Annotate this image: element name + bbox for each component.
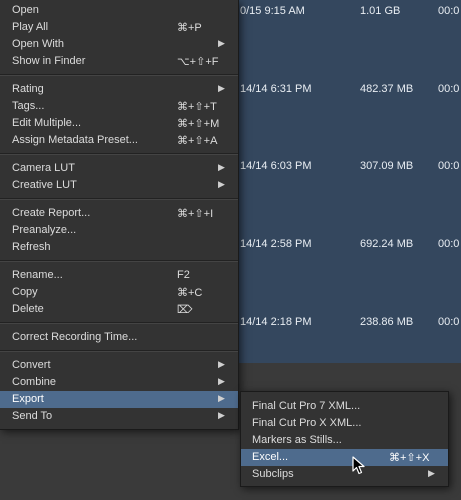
chevron-right-icon: ▶ bbox=[218, 162, 225, 172]
menu-item-copy[interactable]: Copy ⌘+C bbox=[0, 284, 238, 301]
menu-item-combine[interactable]: Combine ▶ bbox=[0, 374, 238, 391]
menu-item-label: Delete bbox=[12, 303, 44, 315]
menu-item-label: Edit Multiple... bbox=[12, 117, 82, 129]
file-duration: 00:0 bbox=[438, 238, 460, 250]
menu-item-label: Preanalyze... bbox=[12, 224, 77, 236]
shortcut-label: ⌥+⇧+F bbox=[177, 56, 219, 68]
menu-item-label: Copy bbox=[12, 286, 38, 298]
menu-separator bbox=[0, 198, 238, 200]
submenu-item-subclips[interactable]: Subclips ▶ bbox=[241, 466, 448, 483]
menu-item-label: Rename... bbox=[12, 269, 63, 281]
menu-separator bbox=[0, 350, 238, 352]
menu-separator bbox=[0, 322, 238, 324]
menu-item-open[interactable]: Open bbox=[0, 2, 238, 19]
file-date: 14/14 6:31 PM bbox=[240, 83, 312, 95]
chevron-right-icon: ▶ bbox=[218, 359, 225, 369]
menu-separator bbox=[0, 260, 238, 262]
file-date: 14/14 2:18 PM bbox=[240, 316, 312, 328]
menu-item-label: Correct Recording Time... bbox=[12, 331, 138, 343]
menu-item-label: Markers as Stills... bbox=[252, 434, 342, 446]
menu-item-tags[interactable]: Tags... ⌘+⇧+T bbox=[0, 98, 238, 115]
chevron-right-icon: ▶ bbox=[218, 410, 225, 420]
menu-item-label: Assign Metadata Preset... bbox=[12, 134, 138, 146]
menu-item-label: Rating bbox=[12, 83, 44, 95]
file-duration: 00:0 bbox=[438, 316, 460, 328]
file-duration: 00:0 bbox=[438, 83, 460, 95]
context-menu: Open Play All ⌘+P Open With ▶ Show in Fi… bbox=[0, 0, 239, 430]
file-date: 14/14 6:03 PM bbox=[240, 160, 312, 172]
chevron-right-icon: ▶ bbox=[218, 376, 225, 386]
menu-item-label: Excel... bbox=[252, 451, 289, 463]
shortcut-label: F2 bbox=[177, 269, 190, 281]
menu-item-label: Create Report... bbox=[12, 207, 91, 219]
chevron-right-icon: ▶ bbox=[218, 179, 225, 189]
chevron-right-icon: ▶ bbox=[218, 83, 225, 93]
menu-item-label: Convert bbox=[12, 359, 51, 371]
menu-item-label: Final Cut Pro 7 XML... bbox=[252, 400, 361, 412]
submenu-item-fcpx-xml[interactable]: Final Cut Pro X XML... bbox=[241, 415, 448, 432]
menu-item-convert[interactable]: Convert ▶ bbox=[0, 357, 238, 374]
menu-item-edit-multiple[interactable]: Edit Multiple... ⌘+⇧+M bbox=[0, 115, 238, 132]
menu-item-show-in-finder[interactable]: Show in Finder ⌥+⇧+F bbox=[0, 53, 238, 70]
delete-key-icon: ⌦ bbox=[177, 304, 193, 316]
menu-item-label: Tags... bbox=[12, 100, 45, 112]
menu-item-refresh[interactable]: Refresh bbox=[0, 239, 238, 256]
file-size: 1.01 GB bbox=[360, 5, 401, 17]
chevron-right-icon: ▶ bbox=[218, 38, 225, 48]
menu-item-export[interactable]: Export ▶ bbox=[0, 391, 238, 408]
file-size: 238.86 MB bbox=[360, 316, 414, 328]
shortcut-label: ⌘+C bbox=[177, 287, 203, 299]
menu-item-label: Play All bbox=[12, 21, 49, 33]
menu-item-camera-lut[interactable]: Camera LUT ▶ bbox=[0, 160, 238, 177]
menu-separator bbox=[0, 74, 238, 76]
shortcut-label: ⌘+P bbox=[177, 22, 202, 34]
mouse-pointer-icon bbox=[352, 456, 365, 475]
menu-item-correct-recording-time[interactable]: Correct Recording Time... bbox=[0, 329, 238, 346]
menu-item-delete[interactable]: Delete ⌦ bbox=[0, 301, 238, 318]
menu-item-label: Open bbox=[12, 4, 39, 16]
menu-item-label: Camera LUT bbox=[12, 162, 75, 174]
menu-item-create-report[interactable]: Create Report... ⌘+⇧+I bbox=[0, 205, 238, 222]
shortcut-label: ⌘+⇧+X bbox=[389, 452, 430, 464]
file-date: 14/14 2:58 PM bbox=[240, 238, 312, 250]
menu-item-rename[interactable]: Rename... F2 bbox=[0, 267, 238, 284]
menu-item-rating[interactable]: Rating ▶ bbox=[0, 81, 238, 98]
menu-item-label: Send To bbox=[12, 410, 53, 422]
shortcut-label: ⌘+⇧+A bbox=[177, 135, 218, 147]
menu-item-label: Show in Finder bbox=[12, 55, 86, 67]
shortcut-label: ⌘+⇧+I bbox=[177, 208, 214, 220]
menu-item-label: Final Cut Pro X XML... bbox=[252, 417, 362, 429]
menu-separator bbox=[0, 153, 238, 155]
submenu-item-fcp7-xml[interactable]: Final Cut Pro 7 XML... bbox=[241, 398, 448, 415]
file-size: 482.37 MB bbox=[360, 83, 414, 95]
menu-item-assign-metadata-preset[interactable]: Assign Metadata Preset... ⌘+⇧+A bbox=[0, 132, 238, 149]
menu-item-label: Refresh bbox=[12, 241, 51, 253]
menu-item-label: Export bbox=[12, 393, 44, 405]
chevron-right-icon: ▶ bbox=[428, 468, 435, 478]
file-date: 0/15 9:15 AM bbox=[240, 5, 305, 17]
export-submenu: Final Cut Pro 7 XML... Final Cut Pro X X… bbox=[240, 391, 449, 487]
file-size: 692.24 MB bbox=[360, 238, 414, 250]
chevron-right-icon: ▶ bbox=[218, 393, 225, 403]
shortcut-label: ⌘+⇧+T bbox=[177, 101, 217, 113]
menu-item-label: Combine bbox=[12, 376, 57, 388]
menu-item-send-to[interactable]: Send To ▶ bbox=[0, 408, 238, 425]
menu-item-play-all[interactable]: Play All ⌘+P bbox=[0, 19, 238, 36]
file-duration: 00:0 bbox=[438, 160, 460, 172]
shortcut-label: ⌘+⇧+M bbox=[177, 118, 220, 130]
file-duration: 00:0 bbox=[438, 5, 460, 17]
menu-item-creative-lut[interactable]: Creative LUT ▶ bbox=[0, 177, 238, 194]
menu-item-label: Open With bbox=[12, 38, 64, 50]
submenu-item-markers-as-stills[interactable]: Markers as Stills... bbox=[241, 432, 448, 449]
menu-item-label: Creative LUT bbox=[12, 179, 77, 191]
menu-item-preanalyze[interactable]: Preanalyze... bbox=[0, 222, 238, 239]
file-size: 307.09 MB bbox=[360, 160, 414, 172]
menu-item-open-with[interactable]: Open With ▶ bbox=[0, 36, 238, 53]
submenu-item-excel[interactable]: Excel... ⌘+⇧+X bbox=[241, 449, 448, 466]
menu-item-label: Subclips bbox=[252, 468, 294, 480]
